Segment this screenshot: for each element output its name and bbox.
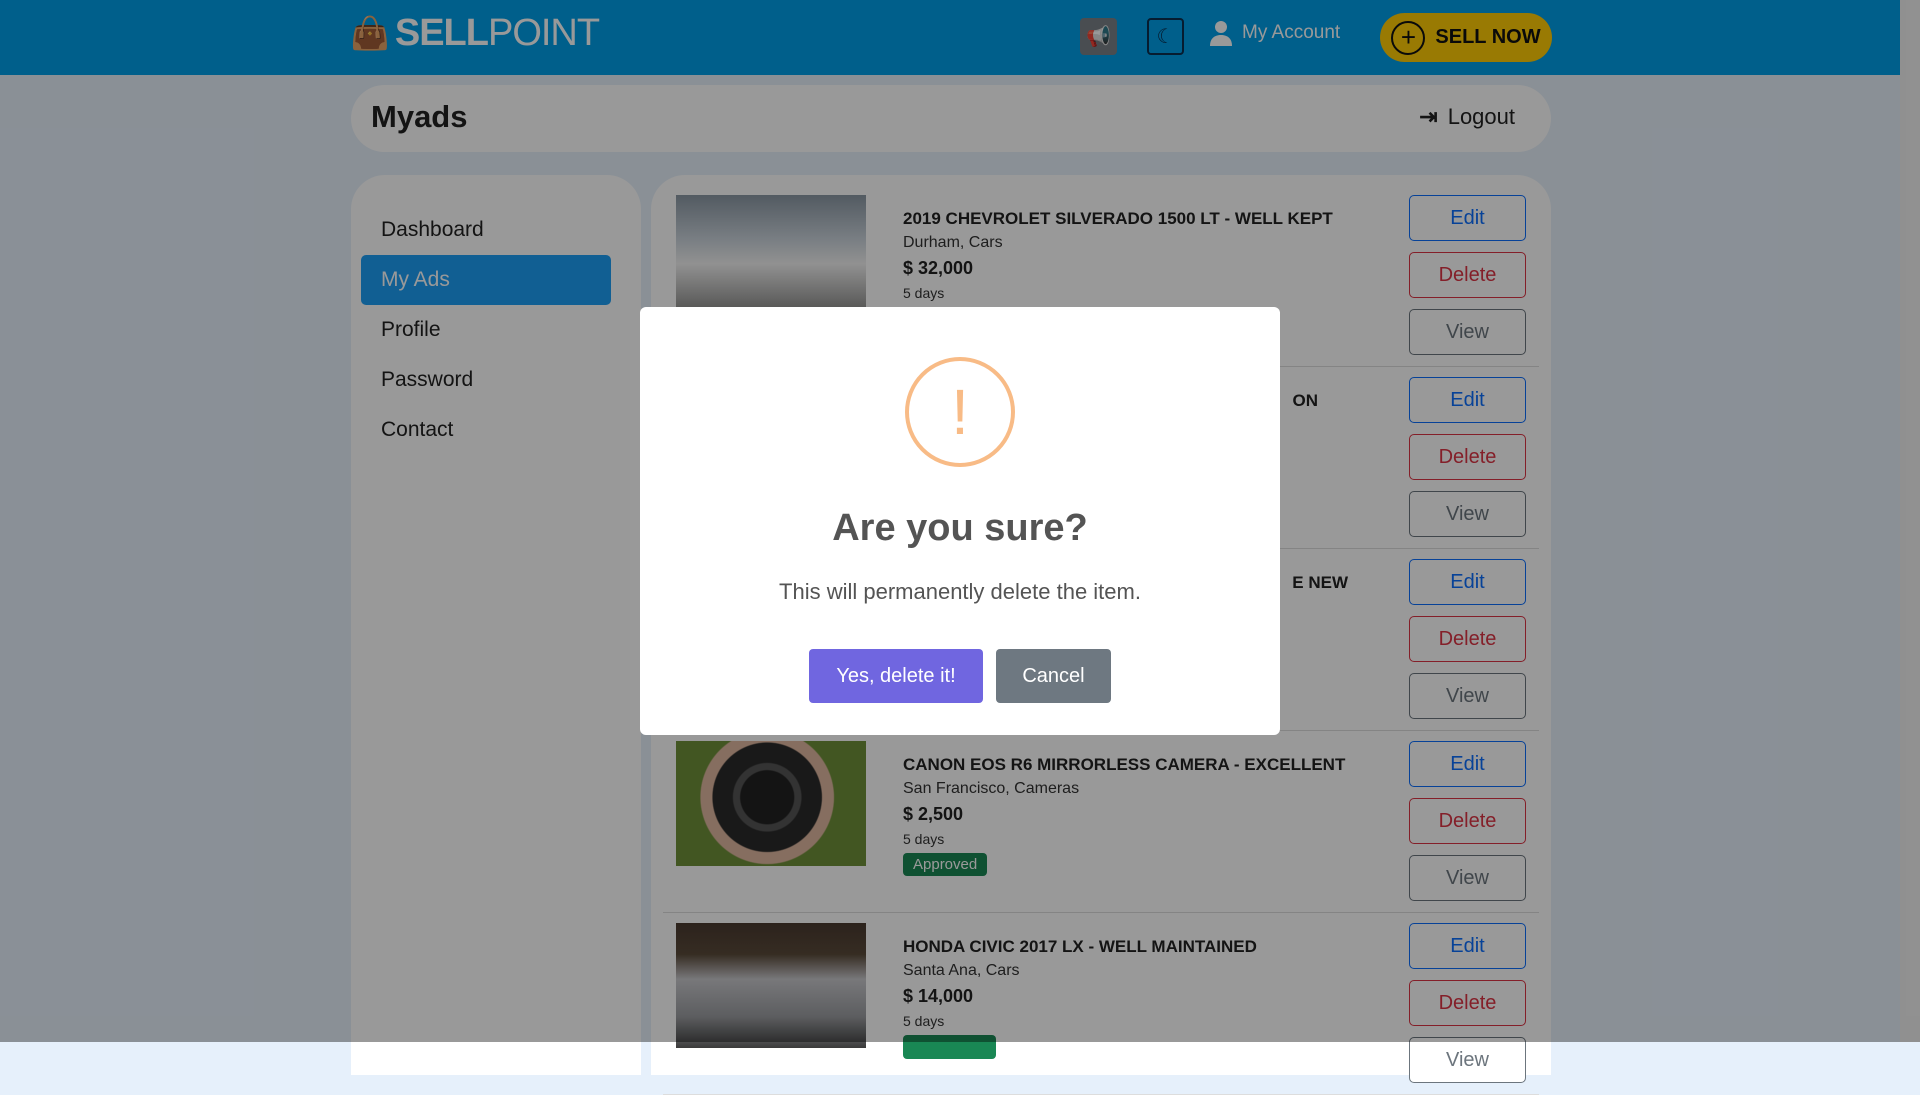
confirm-delete-button[interactable]: Yes, delete it!: [809, 649, 983, 703]
view-button[interactable]: View: [1409, 1037, 1526, 1083]
warning-icon: !: [905, 357, 1015, 467]
dialog-message: This will permanently delete the item.: [779, 579, 1141, 604]
dialog-title: Are you sure?: [832, 507, 1088, 549]
confirm-delete-dialog: ! Are you sure? This will permanently de…: [640, 307, 1280, 735]
cancel-button[interactable]: Cancel: [996, 649, 1111, 703]
